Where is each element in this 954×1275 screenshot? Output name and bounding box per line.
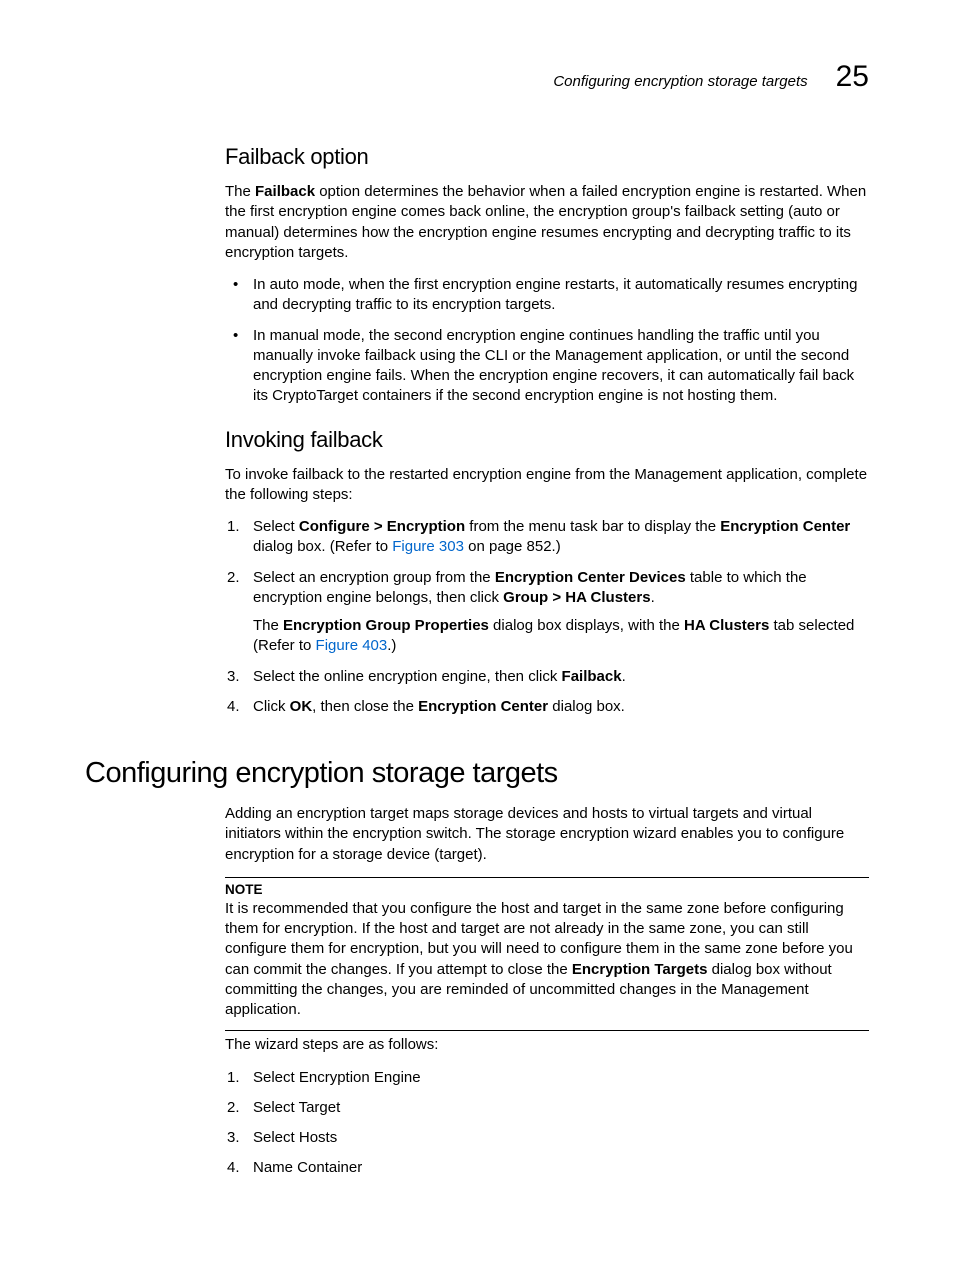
list-item: Name Container [225, 1158, 869, 1178]
text: The [225, 183, 255, 200]
heading-configuring-targets: Configuring encryption storage targets [85, 757, 869, 790]
bold-text: Group > HA Clusters [503, 589, 650, 606]
text: dialog box. [548, 698, 625, 715]
list-item: Select Encryption Engine [225, 1068, 869, 1088]
text: on page 852.) [464, 538, 561, 555]
bold-text: Configure > Encryption [299, 518, 465, 535]
heading-invoking-failback: Invoking failback [225, 427, 869, 453]
text: option determines the behavior when a fa… [225, 183, 866, 261]
bold-text: HA Clusters [684, 617, 769, 634]
list-item: Click OK, then close the Encryption Cent… [225, 697, 869, 717]
paragraph: The Failback option determines the behav… [225, 182, 869, 263]
list-item: Select Target [225, 1098, 869, 1118]
note-body: It is recommended that you configure the… [225, 899, 869, 1021]
text: Select an encryption group from the [253, 569, 495, 586]
link-figure-403[interactable]: Figure 403 [316, 637, 388, 654]
text: Click [253, 698, 290, 715]
heading-failback-option: Failback option [225, 144, 869, 170]
page: Configuring encryption storage targets 2… [0, 0, 954, 1275]
running-header-title: Configuring encryption storage targets [553, 73, 807, 90]
bold-text: Encryption Center [418, 698, 548, 715]
body-content: Failback option The Failback option dete… [225, 144, 869, 717]
list-item: Select the online encryption engine, the… [225, 667, 869, 687]
text: The [253, 617, 283, 634]
text: dialog box displays, with the [489, 617, 684, 634]
text: .) [387, 637, 396, 654]
paragraph: The wizard steps are as follows: [225, 1035, 869, 1055]
text: Select the online encryption engine, the… [253, 668, 562, 685]
list-item: In manual mode, the second encryption en… [225, 326, 869, 407]
rule [225, 877, 869, 878]
text: . [651, 589, 655, 606]
text: Select [253, 518, 299, 535]
bold-text: Encryption Targets [572, 961, 708, 978]
bold-text: Encryption Center Devices [495, 569, 686, 586]
ordered-list: Select Encryption Engine Select Target S… [225, 1068, 869, 1179]
running-header: Configuring encryption storage targets 2… [85, 60, 869, 94]
bold-text: Encryption Group Properties [283, 617, 489, 634]
rule [225, 1030, 869, 1031]
paragraph: Adding an encryption target maps storage… [225, 804, 869, 865]
link-figure-303[interactable]: Figure 303 [392, 538, 464, 555]
body-content: Adding an encryption target maps storage… [225, 804, 869, 1179]
paragraph: The Encryption Group Properties dialog b… [253, 616, 869, 657]
bold-text: Encryption Center [720, 518, 850, 535]
bullet-list: In auto mode, when the first encryption … [225, 275, 869, 407]
list-item: Select Configure > Encryption from the m… [225, 517, 869, 558]
bold-text: OK [290, 698, 313, 715]
list-item: Select Hosts [225, 1128, 869, 1148]
text: from the menu task bar to display the [465, 518, 720, 535]
bold-text: Failback [255, 183, 315, 200]
ordered-list: Select Configure > Encryption from the m… [225, 517, 869, 717]
list-item: In auto mode, when the first encryption … [225, 275, 869, 316]
chapter-number: 25 [836, 60, 869, 94]
text: , then close the [312, 698, 418, 715]
text: dialog box. (Refer to [253, 538, 392, 555]
bold-text: Failback [562, 668, 622, 685]
paragraph: To invoke failback to the restarted encr… [225, 465, 869, 506]
note-label: NOTE [225, 882, 869, 897]
text: . [622, 668, 626, 685]
list-item: Select an encryption group from the Encr… [225, 568, 869, 657]
